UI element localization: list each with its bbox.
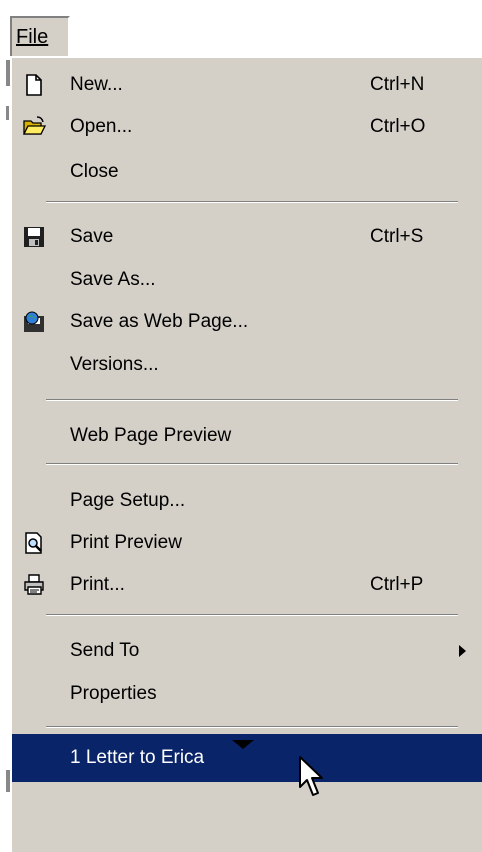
menu-item-web-page-preview[interactable]: Web Page Preview [12,417,482,455]
menu-item-label: Save as Web Page... [70,311,249,332]
menu-item-properties[interactable]: Properties [12,675,482,713]
submenu-arrow-icon [459,645,466,657]
menu-item-label: Print... [70,574,125,595]
print-preview-icon [25,532,42,554]
menu-item-label: 1 Letter to Erica [70,747,205,768]
menu-item-open[interactable]: Open... Ctrl+O [12,108,482,146]
menu-item-label: Properties [70,683,157,704]
menu-item-shortcut: Ctrl+N [370,74,425,95]
menu-item-save[interactable]: Save Ctrl+S [12,218,482,256]
menu-item-label: Save [70,226,114,247]
file-menu-label: File [16,26,49,48]
printer-icon [24,574,44,595]
menu-item-print-preview[interactable]: Print Preview [12,524,482,562]
menu-item-save-as[interactable]: Save As... [12,261,482,299]
menu-item-versions[interactable]: Versions... [12,346,482,384]
menu-separator [46,463,458,465]
menu-item-label: Save As... [70,269,156,290]
menu-item-send-to[interactable]: Send To [12,632,482,670]
new-document-icon [26,74,42,96]
mouse-pointer-icon [299,756,323,796]
menu-item-label: Send To [70,640,140,661]
menu-item-close[interactable]: Close [12,153,482,191]
open-folder-icon [22,116,46,135]
menu-item-shortcut: Ctrl+O [370,116,426,137]
menu-separator [46,726,458,728]
menu-item-print[interactable]: Print... Ctrl+P [12,566,482,604]
menu-item-shortcut: Ctrl+P [370,574,424,595]
menu-item-page-setup[interactable]: Page Setup... [12,482,482,520]
menu-item-label: New... [70,74,123,95]
menu-item-label: Close [70,161,119,182]
menu-bar: File [0,0,482,58]
file-menu-dropdown: New... Ctrl+N Open... Ctrl+O Close Save … [10,58,482,852]
menu-item-save-as-web-page[interactable]: Save as Web Page... [12,303,482,341]
background-edge-mark [6,106,9,120]
menu-separator [46,399,458,401]
menu-separator [46,614,458,616]
menu-separator [46,201,458,203]
menu-item-new[interactable]: New... Ctrl+N [12,66,482,104]
web-page-icon [24,311,44,332]
chevron-down-icon[interactable] [232,740,254,749]
save-floppy-icon [24,227,44,247]
menu-item-label: Page Setup... [70,490,186,511]
menu-item-label: Print Preview [70,532,182,553]
menu-item-shortcut: Ctrl+S [370,226,424,247]
background-window-edge [0,58,6,852]
menu-item-label: Web Page Preview [70,425,232,446]
menu-item-label: Open... [70,116,133,137]
file-menu-title[interactable]: File [10,16,70,56]
menu-item-label: Versions... [70,354,159,375]
